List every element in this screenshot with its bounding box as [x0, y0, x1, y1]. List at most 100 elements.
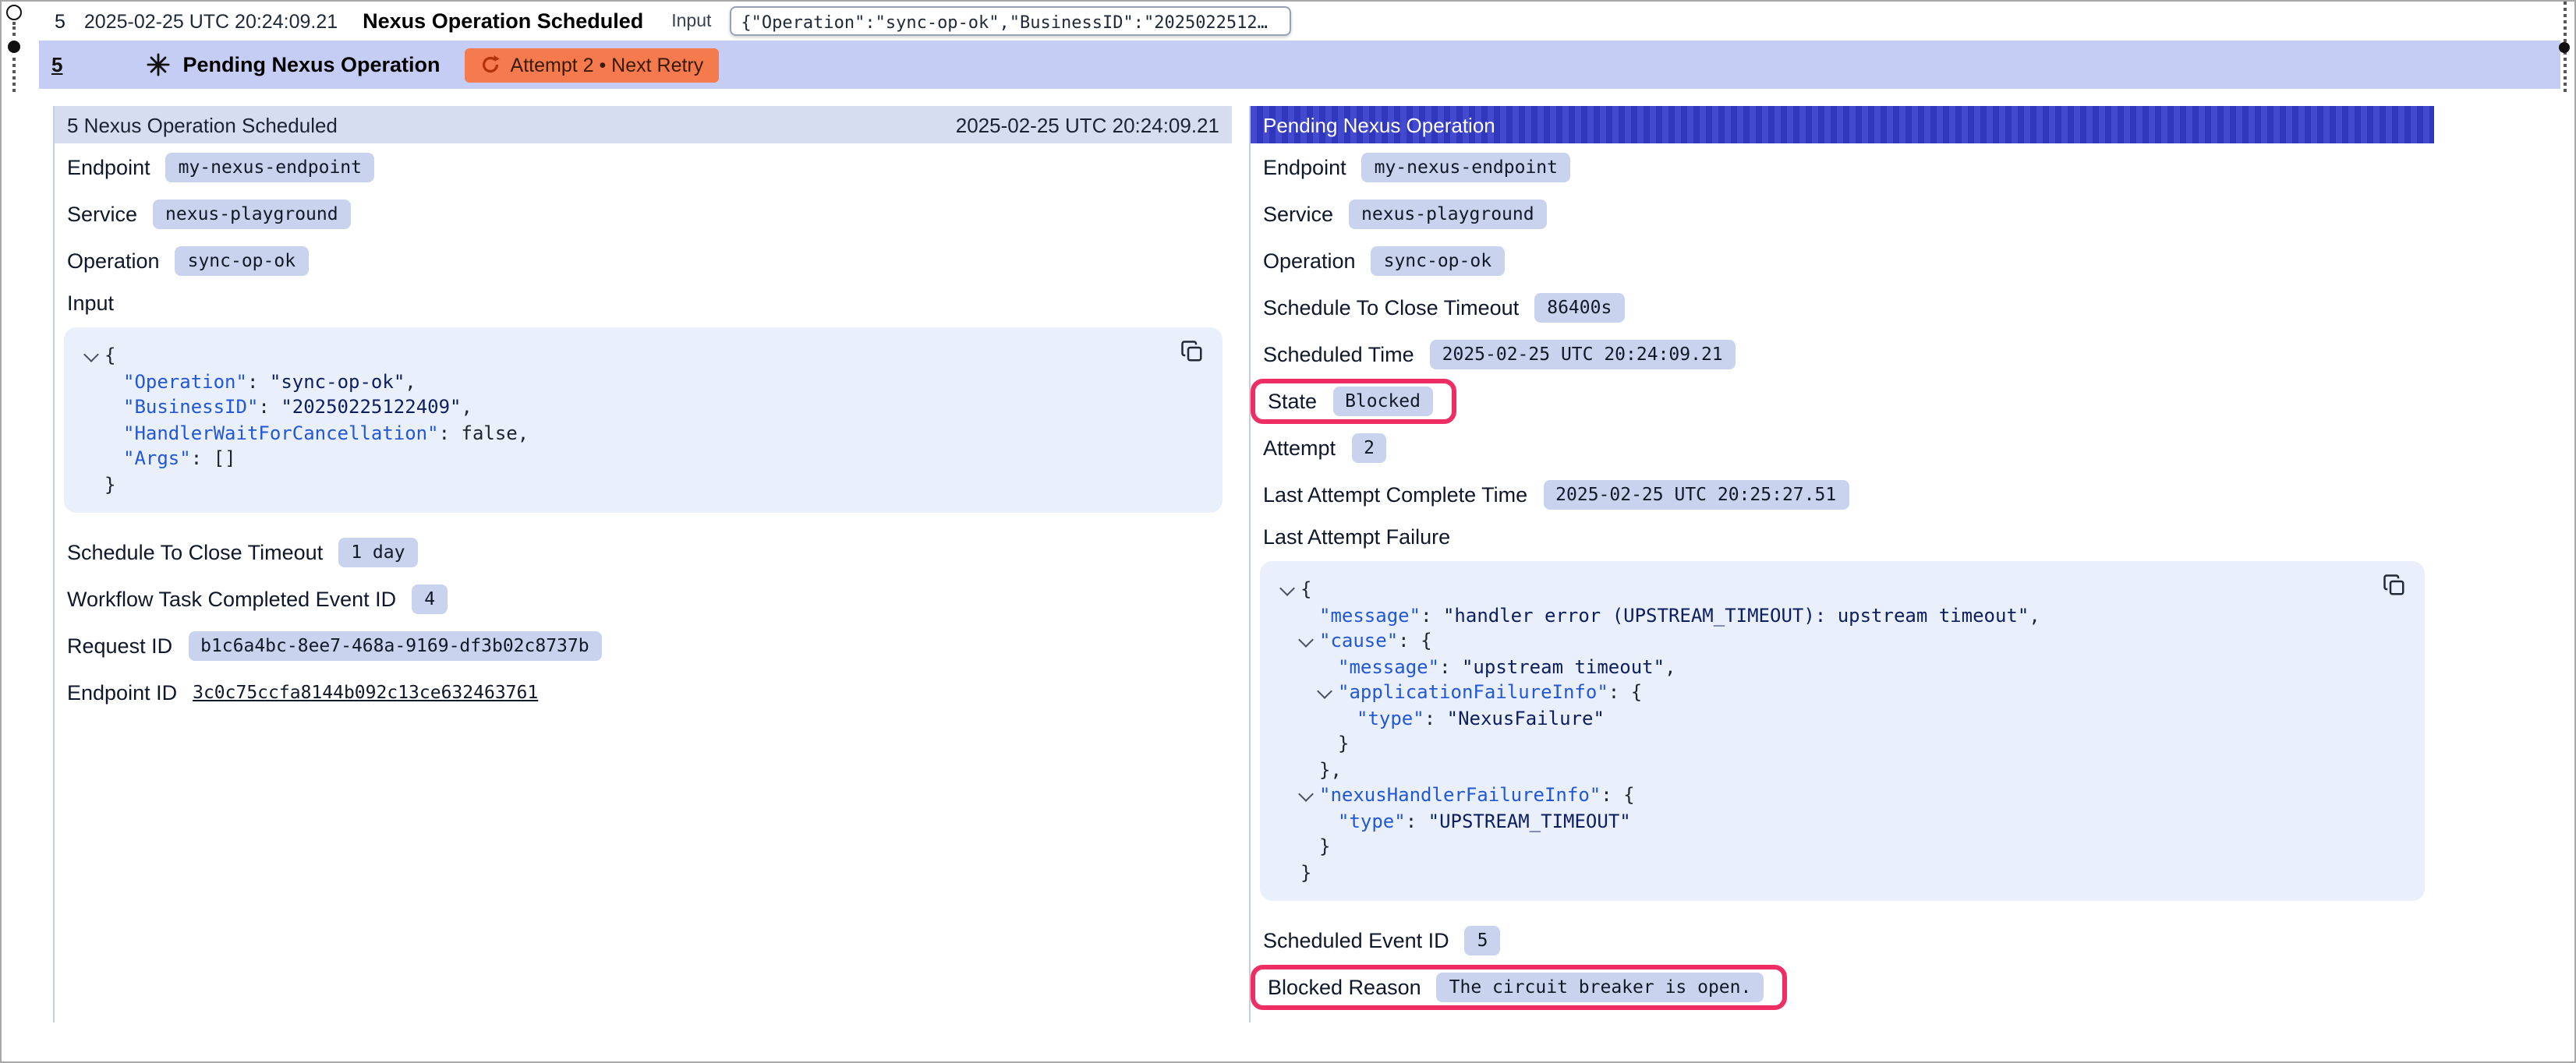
field-row: Schedule To Close Timeout 86400s — [1251, 284, 2434, 330]
code-line-text: { — [1300, 579, 1311, 601]
copy-icon[interactable] — [2383, 574, 2406, 597]
field-row-inner: Operationsync-op-ok — [67, 245, 308, 275]
field-label: Endpoint — [67, 155, 150, 178]
field-row: Request IDb1c6a4bc-8ee7-468a-9169-df3b02… — [55, 622, 1232, 669]
timeline-node-hollow-icon — [6, 5, 22, 20]
panel-header-pending: Pending Nexus Operation — [1251, 106, 2434, 143]
field-row: Blocked ReasonThe circuit breaker is ope… — [1251, 963, 2434, 1010]
collapse-chevron-icon[interactable] — [83, 347, 99, 362]
retry-badge-label: Attempt 2 • Next Retry — [511, 54, 704, 76]
code-line-text: "Operation": "sync-op-ok", — [123, 371, 416, 393]
field-row: Scheduled Time 2025-02-25 UTC 20:24:09.21 — [1251, 330, 2434, 377]
field-row-inner: Scheduled Event ID5 — [1263, 925, 1501, 955]
annotation-highlight: StateBlocked — [1251, 378, 1456, 423]
event-timestamp: 2025-02-25 UTC 20:24:09.21 — [84, 10, 338, 32]
field-label: Schedule To Close Timeout — [1263, 295, 1519, 319]
pending-event-title: Pending Nexus Operation — [182, 53, 440, 76]
field-value-badge: sync-op-ok — [1371, 245, 1505, 275]
field-label: Operation — [67, 249, 160, 272]
field-value-badge: nexus-playground — [1349, 199, 1547, 228]
field-row-inner: Operation sync-op-ok — [1263, 245, 1504, 275]
field-value-badge: b1c6a4bc-8ee7-468a-9169-df3b02c8737b — [188, 630, 602, 660]
endpoint-id-link[interactable]: 3c0c75ccfa8144b092c13ce632463761 — [193, 681, 538, 703]
field-row-inner: Attempt2 — [1263, 433, 1387, 462]
field-rows-top: Endpointmy-nexus-endpoint Servicenexus-pl… — [55, 143, 1232, 284]
code-line: "message": "handler error (UPSTREAM_TIME… — [1279, 602, 2406, 628]
code-line: "BusinessID": "20250225122409", — [83, 394, 1204, 420]
field-rows-bottom: Scheduled Event ID5 Blocked ReasonThe cir… — [1251, 916, 2434, 1010]
field-rows-top: Endpoint my-nexus-endpoint Servicenexus-pl… — [1251, 143, 2434, 517]
field-row: Operation sync-op-ok — [1251, 237, 2434, 284]
field-value-badge: 2025-02-25 UTC 20:24:09.21 — [1430, 339, 1736, 369]
timeline-node-filled-icon — [8, 41, 20, 53]
code-line: "type": "NexusFailure" — [1279, 705, 2406, 731]
code-line-text: "type": "NexusFailure" — [1357, 708, 1605, 729]
code-line: { — [1279, 577, 2406, 602]
field-row-inner: Schedule To Close Timeout1 day — [67, 537, 417, 567]
field-label: Scheduled Time — [1263, 342, 1414, 366]
field-row-inner: Request IDb1c6a4bc-8ee7-468a-9169-df3b02… — [67, 630, 602, 660]
collapse-chevron-icon[interactable] — [1279, 581, 1295, 596]
pending-event-id-link[interactable]: 5 — [51, 53, 62, 76]
collapse-chevron-icon[interactable] — [1317, 683, 1332, 699]
copy-icon[interactable] — [1180, 340, 1204, 363]
code-line: "message": "upstream timeout", — [1279, 654, 2406, 680]
field-row-inner: Endpoint ID 3c0c75ccfa8144b092c13ce632463… — [67, 680, 538, 704]
timeline-connector — [12, 22, 16, 36]
input-preview-chip[interactable]: {"Operation":"sync-op-ok","BusinessID":"… — [730, 6, 1291, 36]
code-line: "cause": { — [1279, 628, 2406, 654]
field-row: Operationsync-op-ok — [55, 237, 1232, 284]
field-row-inner: Endpointmy-nexus-endpoint — [67, 152, 374, 182]
field-row: Last Attempt Complete Time2025-02-25 UTC… — [1251, 471, 2434, 517]
field-label: Service — [67, 202, 137, 225]
code-line-text: "type": "UPSTREAM_TIMEOUT" — [1338, 810, 1631, 832]
event-detail-panels: 5 Nexus Operation Scheduled 2025-02-25 U… — [53, 106, 2574, 1022]
field-label: Workflow Task Completed Event ID — [67, 587, 396, 610]
code-line-text: "applicationFailureInfo": { — [1338, 682, 1642, 704]
field-value-badge: The circuit breaker is open. — [1437, 972, 1764, 1001]
code-line-text: } — [104, 474, 115, 496]
collapse-chevron-icon[interactable] — [1298, 786, 1314, 802]
field-label: Schedule To Close Timeout — [67, 540, 323, 563]
code-line-text: }, — [1319, 759, 1342, 781]
field-row-inner: Servicenexus-playground — [1263, 199, 1547, 228]
collapse-chevron-icon[interactable] — [1298, 632, 1314, 648]
field-label: Attempt — [1263, 436, 1336, 459]
annotation-highlight: Blocked ReasonThe circuit breaker is ope… — [1251, 964, 1787, 1009]
nexus-asterisk-icon — [147, 53, 170, 76]
field-row: StateBlocked — [1251, 377, 2434, 424]
field-label: Endpoint ID — [67, 680, 177, 704]
field-row: Schedule To Close Timeout1 day — [55, 528, 1232, 575]
field-value-badge: 86400s — [1534, 292, 1624, 322]
field-row: Workflow Task Completed Event ID4 — [55, 575, 1232, 622]
code-line: "type": "UPSTREAM_TIMEOUT" — [1279, 808, 2406, 834]
panel-header-scheduled: 5 Nexus Operation Scheduled 2025-02-25 U… — [55, 106, 1232, 143]
event-row-pending-nexus-operation[interactable]: 5 Pending Nexus Operation Attempt 2 • Ne… — [39, 41, 2560, 89]
code-line-text: "HandlerWaitForCancellation": false, — [123, 422, 529, 444]
code-line-text: "message": "handler error (UPSTREAM_TIME… — [1319, 605, 2040, 627]
field-row: Endpointmy-nexus-endpoint — [55, 143, 1232, 190]
field-label: Last Attempt Complete Time — [1263, 482, 1527, 506]
panel-pending-nexus-operation: Pending Nexus Operation Endpoint my-nexus… — [1249, 106, 2434, 1022]
field-row-inner: Servicenexus-playground — [67, 199, 351, 228]
event-id[interactable]: 5 — [55, 10, 65, 32]
code-line: } — [1279, 731, 2406, 757]
field-row: Servicenexus-playground — [1251, 190, 2434, 237]
panel-header-title: Pending Nexus Operation — [1263, 113, 1495, 136]
code-line: { — [83, 343, 1204, 369]
event-row-nexus-operation-scheduled[interactable]: 5 2025-02-25 UTC 20:24:09.21 Nexus Opera… — [2, 2, 2574, 41]
retry-icon — [481, 55, 501, 75]
code-line-text: "BusinessID": "20250225122409", — [123, 397, 472, 418]
field-row: Endpoint my-nexus-endpoint — [1251, 143, 2434, 190]
panel-header-timestamp: 2025-02-25 UTC 20:24:09.21 — [956, 113, 1219, 136]
field-label: Endpoint — [1263, 155, 1346, 178]
code-line: "Args": [] — [83, 446, 1204, 471]
retry-status-badge: Attempt 2 • Next Retry — [465, 48, 720, 82]
field-row: Scheduled Event ID5 — [1251, 916, 2434, 963]
code-line: }, — [1279, 757, 2406, 782]
field-value-badge: my-nexus-endpoint — [1362, 152, 1570, 182]
field-label: Scheduled Event ID — [1263, 928, 1449, 952]
code-line-text: "message": "upstream timeout", — [1338, 656, 1676, 678]
field-row: Endpoint ID 3c0c75ccfa8144b092c13ce632463… — [55, 669, 1232, 715]
field-label: Operation — [1263, 249, 1356, 272]
